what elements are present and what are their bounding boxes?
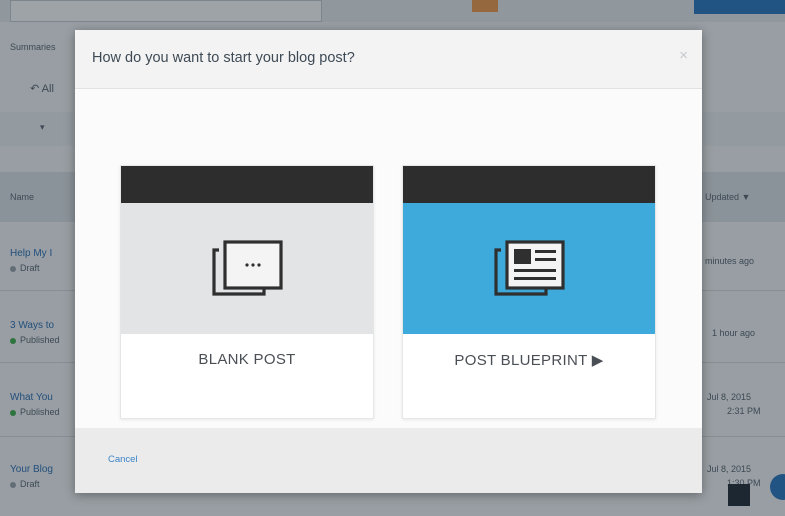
newspaper-layout-icon [494,239,565,296]
post-blueprint-option[interactable]: POST BLUEPRINT ▶ [402,165,656,419]
dialog-body: BLANK POST POST BLUEPRINT ▶ [75,89,702,427]
blank-document-icon [212,239,283,296]
blank-post-label: BLANK POST [198,351,296,368]
start-blog-post-dialog: How do you want to start your blog post?… [75,30,702,493]
dialog-title: How do you want to start your blog post? [92,50,355,66]
cancel-link[interactable]: Cancel [108,454,138,465]
dialog-footer: Cancel [75,428,702,493]
close-icon[interactable]: × [679,47,688,64]
dialog-header: How do you want to start your blog post?… [75,30,702,89]
card-illustration [403,203,655,334]
card-illustration [121,203,373,334]
post-blueprint-label: POST BLUEPRINT ▶ [454,352,604,369]
card-header-bar [403,166,655,203]
blank-post-option[interactable]: BLANK POST [120,165,374,419]
card-header-bar [121,166,373,203]
